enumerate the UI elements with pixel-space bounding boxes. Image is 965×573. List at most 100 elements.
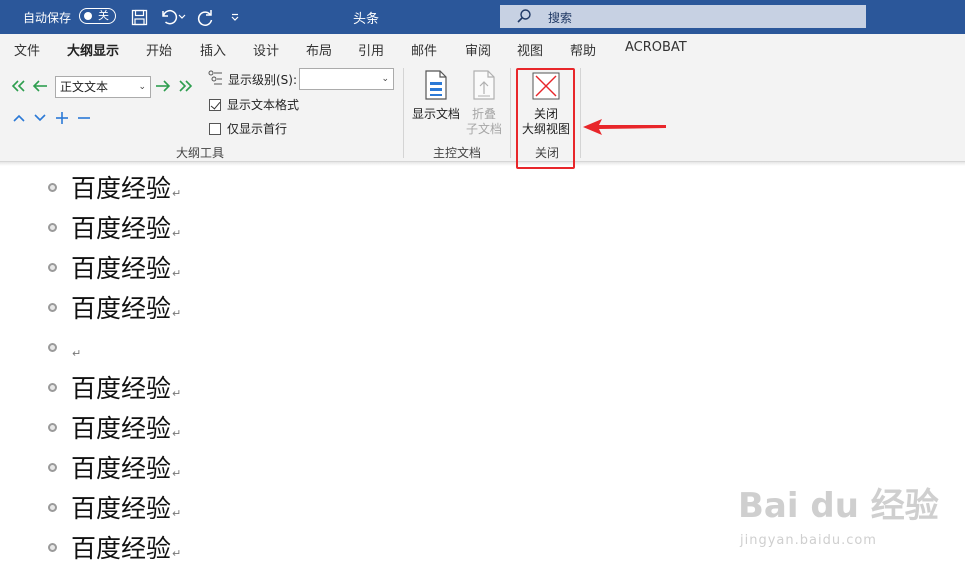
paragraph-mark: ↵ [172,546,182,560]
outline-text[interactable]: 百度经验 [71,209,171,245]
outline-item[interactable]: 百度经验 ↵ [48,290,181,324]
outline-text[interactable]: 百度经验 [71,529,171,565]
tab-help[interactable]: 帮助 [570,40,596,59]
tab-outline[interactable]: 大纲显示 [67,40,120,65]
tab-layout[interactable]: 布局 [306,40,332,59]
baidu-jingyan-watermark: Bai du 经验 jingyan.baidu.com [738,478,939,548]
paragraph-mark: ↵ [172,386,182,400]
outline-text[interactable]: 百度经验 [71,489,171,525]
chevron-down-icon: ⌄ [381,74,389,84]
outline-bullet[interactable] [48,542,57,552]
outline-item[interactable]: 百度经验 ↵ [48,210,181,244]
red-arrow-annotation [582,117,668,141]
demote-to-body-icon[interactable] [175,76,195,96]
save-icon[interactable] [128,6,150,28]
tab-home[interactable]: 开始 [146,40,172,59]
checkbox-unchecked[interactable] [209,122,221,135]
paragraph-mark: ↵ [72,346,82,360]
show-text-format-label: 显示文本格式 [227,98,300,112]
move-down-icon[interactable] [30,108,50,128]
paragraph-mark: ↵ [172,306,182,320]
group-label-outline-tools: 大纲工具 [176,146,225,160]
autosave-toggle[interactable]: 关 [79,8,116,24]
outline-bullet[interactable] [48,262,57,272]
tab-file[interactable]: 文件 [14,40,40,59]
document-title: 头条 [353,12,380,27]
show-level-label: 显示级别(S): [228,73,298,87]
tab-insert[interactable]: 插入 [200,40,226,59]
search-box[interactable]: 搜索 [500,5,866,28]
collapse-icon[interactable] [74,108,94,128]
promote-to-heading1-icon[interactable] [9,76,29,96]
outline-item[interactable]: 百度经验 ↵ [48,490,181,524]
tab-references[interactable]: 引用 [358,40,384,59]
search-icon [516,8,532,28]
toggle-knob [84,12,92,20]
outline-bullet[interactable] [48,462,57,472]
show-level-select[interactable]: ⌄ [299,68,394,90]
group-separator [403,68,404,158]
tab-view[interactable]: 视图 [517,40,543,59]
outline-bullet[interactable] [48,182,57,192]
paragraph-mark: ↵ [172,186,182,200]
move-up-icon[interactable] [9,108,29,128]
outline-bullet[interactable] [48,342,57,352]
collapse-subdocuments-icon [471,70,497,104]
checkbox-checked[interactable] [209,98,221,111]
paragraph-mark: ↵ [172,266,182,280]
outline-item[interactable]: 百度经验 ↵ [48,410,181,444]
outline-item[interactable]: 百度经验 ↵ [48,450,181,484]
autosave-label: 自动保存 [23,11,72,25]
tab-design[interactable]: 设计 [253,40,279,59]
outline-bullet[interactable] [48,382,57,392]
promote-icon[interactable] [30,76,50,96]
outline-bullet[interactable] [48,222,57,232]
outline-text[interactable]: 百度经验 [71,249,171,285]
show-first-line-checkbox[interactable]: 仅显示首行 [209,120,287,137]
search-placeholder: 搜索 [548,11,573,25]
show-document-label[interactable]: 显示文档 [412,105,460,122]
ribbon-tabs: 文件 大纲显示 开始 插入 设计 布局 引用 邮件 审阅 视图 帮助 ACROB… [0,34,965,65]
outline-level-value: 正文文本 [60,80,109,94]
paragraph-mark: ↵ [172,506,182,520]
tab-review[interactable]: 审阅 [465,40,491,59]
outline-item[interactable]: ↵ [48,330,81,364]
show-document-icon[interactable] [423,70,449,104]
show-level-icon [208,70,224,90]
group-separator [510,68,511,158]
ribbon: 正文文本 ⌄ 显示级别(S): ⌄ 显示文本格式 仅显示首行 大纲工具 显示文档 [0,62,965,162]
outline-text[interactable]: 百度经验 [71,369,171,405]
outline-bullet[interactable] [48,502,57,512]
outline-item[interactable]: 百度经验 ↵ [48,530,181,564]
undo-dropdown-icon[interactable] [176,6,188,28]
outline-bullet[interactable] [48,422,57,432]
group-separator [580,68,581,158]
collapse-subdocuments-label-2: 子文档 [466,122,503,136]
outline-text[interactable]: 百度经验 [71,169,171,205]
highlight-box [516,68,575,169]
demote-icon[interactable] [153,76,173,96]
expand-icon[interactable] [52,108,72,128]
watermark-url: jingyan.baidu.com [740,533,877,548]
outline-item[interactable]: 百度经验 ↵ [48,370,181,404]
group-label-master-document: 主控文档 [433,146,482,160]
customize-qat-icon[interactable] [224,6,246,28]
outline-level-select[interactable]: 正文文本 ⌄ [55,76,151,98]
paragraph-mark: ↵ [172,226,182,240]
show-text-format-checkbox[interactable]: 显示文本格式 [209,96,299,113]
autosave-state: 关 [98,9,109,22]
chevron-down-icon: ⌄ [138,82,146,92]
tab-acrobat[interactable]: ACROBAT [625,40,687,55]
redo-icon[interactable] [195,6,217,28]
outline-text[interactable]: 百度经验 [71,409,171,445]
paragraph-mark: ↵ [172,466,182,480]
outline-item[interactable]: 百度经验 ↵ [48,170,181,204]
outline-text[interactable]: 百度经验 [71,289,171,325]
watermark-main: Bai du 经验 [738,486,939,526]
paragraph-mark: ↵ [172,426,182,440]
show-first-line-label: 仅显示首行 [227,122,288,136]
outline-item[interactable]: 百度经验 ↵ [48,250,181,284]
tab-mailings[interactable]: 邮件 [411,40,437,59]
outline-text[interactable]: 百度经验 [71,449,171,485]
outline-bullet[interactable] [48,302,57,312]
